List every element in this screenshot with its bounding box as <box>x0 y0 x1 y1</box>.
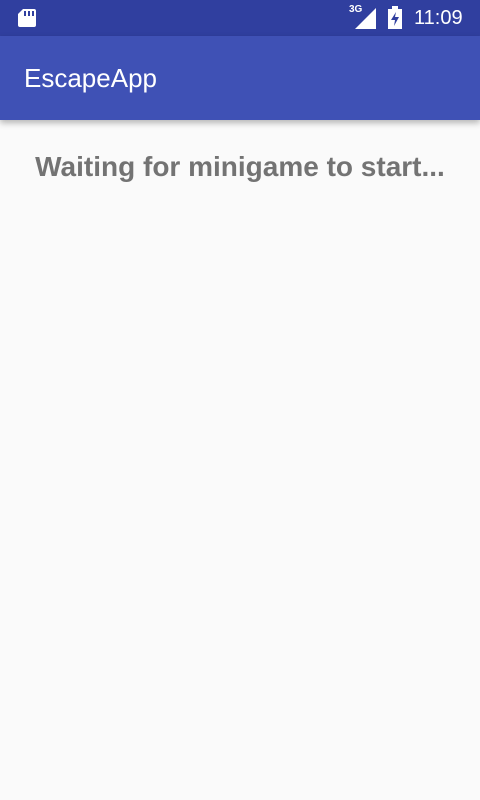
battery-charging-icon <box>388 6 402 29</box>
signal-icon <box>355 8 376 29</box>
app-bar: EscapeApp <box>0 36 480 120</box>
status-bar: 3G 11:09 <box>0 0 480 36</box>
waiting-message: Waiting for minigame to start... <box>35 151 445 182</box>
main-content: Waiting for minigame to start... <box>0 120 480 800</box>
status-clock: 11:09 <box>414 7 463 29</box>
app-title: EscapeApp <box>24 63 157 93</box>
sd-card-icon <box>18 9 36 27</box>
